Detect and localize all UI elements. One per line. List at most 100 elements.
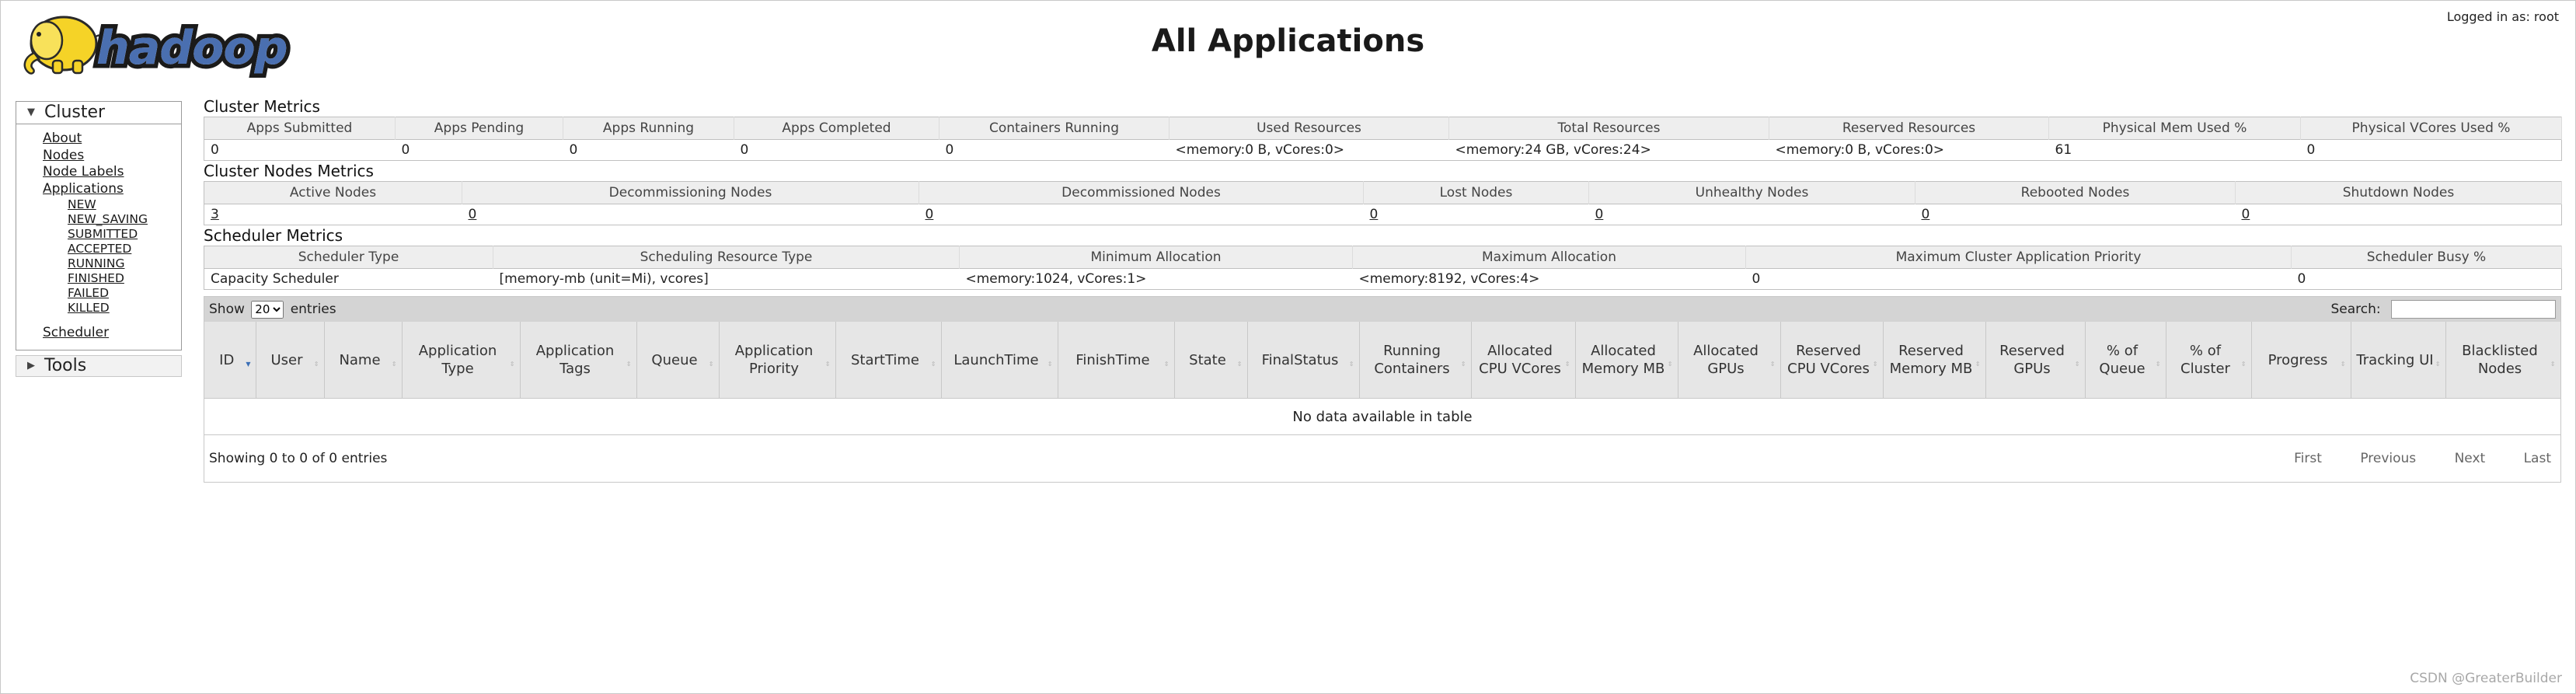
column-header-id[interactable]: ID ▼	[204, 322, 256, 399]
column-label: Reserved GPUs	[1999, 343, 2065, 377]
applications-table-wrapper: Show 20 entries Search: ID ▼ User ⇕ Name ⇕ App…	[204, 296, 2561, 483]
column-header-user[interactable]: User ⇕	[256, 322, 325, 399]
sort-icon: ⇕	[2550, 361, 2556, 368]
column-label: Name	[339, 351, 381, 368]
logged-in-user: Logged in as: root	[2446, 9, 2559, 24]
value-decommissioning-nodes[interactable]: 0	[462, 204, 919, 225]
column-header-tracking-ui[interactable]: Tracking UI ⇕	[2351, 322, 2446, 399]
value-total-resources: <memory:24 GB, vCores:24>	[1448, 139, 1769, 161]
header-unhealthy-nodes: Unhealthy Nodes	[1588, 181, 1915, 204]
column-header-reserved-cpu-vcores[interactable]: Reserved CPU VCores ⇕	[1780, 322, 1884, 399]
nav-link-scheduler[interactable]: Scheduler	[43, 325, 181, 342]
value-shutdown-nodes[interactable]: 0	[2235, 204, 2562, 225]
sort-icon: ⇕	[1163, 361, 1169, 368]
value-maximum-allocation: <memory:8192, vCores:4>	[1352, 268, 1746, 290]
column-header-state[interactable]: State ⇕	[1174, 322, 1248, 399]
sort-icon: ⇕	[2240, 361, 2247, 368]
nav-link-state-submitted[interactable]: SUBMITTED	[68, 227, 181, 242]
column-header-allocated-gpus[interactable]: Allocated GPUs ⇕	[1678, 322, 1781, 399]
column-header-starttime[interactable]: StartTime ⇕	[835, 322, 942, 399]
header-lost-nodes: Lost Nodes	[1363, 181, 1589, 204]
table-info: Showing 0 to 0 of 0 entries	[209, 451, 388, 466]
column-header-application-tags[interactable]: Application Tags ⇕	[520, 322, 637, 399]
pager-first-button[interactable]: First	[2294, 451, 2322, 466]
nav-link-state-new-saving[interactable]: NEW_SAVING	[68, 212, 181, 227]
column-header-application-priority[interactable]: Application Priority ⇕	[719, 322, 836, 399]
sort-icon: ⇕	[509, 361, 515, 368]
triangle-down-icon: ▼	[27, 106, 35, 118]
column-header-finalstatus[interactable]: FinalStatus ⇕	[1247, 322, 1360, 399]
column-label: ID	[219, 351, 235, 368]
nav-link-state-accepted[interactable]: ACCEPTED	[68, 242, 181, 256]
nav-link-node-labels[interactable]: Node Labels	[43, 164, 181, 181]
pager-next-button[interactable]: Next	[2455, 451, 2486, 466]
column-label: Tracking UI	[2356, 351, 2434, 368]
cluster-section-toggle[interactable]: ▼ Cluster	[16, 101, 182, 124]
nav-link-state-running[interactable]: RUNNING	[68, 256, 181, 271]
nav-link-applications[interactable]: Applications	[43, 181, 181, 198]
column-header-launchtime[interactable]: LaunchTime ⇕	[941, 322, 1058, 399]
pager-previous-button[interactable]: Previous	[2360, 451, 2416, 466]
nav-link-about[interactable]: About	[43, 131, 181, 148]
value-apps-running: 0	[563, 139, 734, 161]
sort-icon: ⇕	[2155, 361, 2161, 368]
cluster-nodes-metrics-title: Cluster Nodes Metrics	[204, 162, 374, 180]
column-header-pct-of-queue[interactable]: % of Queue ⇕	[2085, 322, 2166, 399]
show-label: Show	[209, 302, 245, 317]
column-header-allocated-memory-mb[interactable]: Allocated Memory MB ⇕	[1575, 322, 1678, 399]
column-header-allocated-cpu-vcores[interactable]: Allocated CPU VCores ⇕	[1471, 322, 1576, 399]
value-used-resources: <memory:0 B, vCores:0>	[1169, 139, 1449, 161]
column-header-reserved-gpus[interactable]: Reserved GPUs ⇕	[1985, 322, 2086, 399]
column-label: Progress	[2268, 351, 2328, 368]
header-apps-pending: Apps Pending	[395, 117, 563, 140]
nav-link-state-finished[interactable]: FINISHED	[68, 271, 181, 286]
header-containers-running: Containers Running	[939, 117, 1169, 140]
nav-link-state-new[interactable]: NEW	[68, 197, 181, 212]
header-physical-vcores-used-pct: Physical VCores Used %	[2300, 117, 2562, 140]
app-state-links: NEW NEW_SAVING SUBMITTED ACCEPTED RUNNIN…	[43, 197, 181, 316]
value-rebooted-nodes[interactable]: 0	[1915, 204, 2236, 225]
sort-icon: ⇕	[1667, 361, 1673, 368]
column-header-queue[interactable]: Queue ⇕	[636, 322, 720, 399]
value-decommissioned-nodes[interactable]: 0	[919, 204, 1364, 225]
nav-link-state-failed[interactable]: FAILED	[68, 286, 181, 301]
sort-icon: ⇕	[1769, 361, 1776, 368]
column-header-pct-of-cluster[interactable]: % of Cluster ⇕	[2166, 322, 2252, 399]
sort-icon: ⇕	[1975, 361, 1981, 368]
column-header-running-containers[interactable]: Running Containers ⇕	[1359, 322, 1472, 399]
sort-icon: ⇕	[930, 361, 936, 368]
value-lost-nodes[interactable]: 0	[1363, 204, 1589, 225]
column-label: Application Priority	[734, 343, 814, 377]
column-label: Queue	[651, 351, 698, 368]
nav-link-nodes[interactable]: Nodes	[43, 148, 181, 165]
value-unhealthy-nodes[interactable]: 0	[1588, 204, 1915, 225]
nav-link-state-killed[interactable]: KILLED	[68, 301, 181, 316]
value-apps-pending: 0	[395, 139, 563, 161]
sort-desc-icon: ▼	[246, 361, 251, 368]
entries-label: entries	[290, 302, 336, 317]
column-header-blacklisted-nodes[interactable]: Blacklisted Nodes ⇕	[2445, 322, 2561, 399]
value-reserved-resources: <memory:0 B, vCores:0>	[1769, 139, 2049, 161]
column-header-reserved-memory-mb[interactable]: Reserved Memory MB ⇕	[1883, 322, 1986, 399]
header-apps-running: Apps Running	[563, 117, 734, 140]
cluster-section-body: About Nodes Node Labels Applications NEW…	[16, 124, 182, 350]
page-size-select[interactable]: 20	[251, 300, 284, 319]
sort-icon: ⇕	[2340, 361, 2346, 368]
value-apps-submitted: 0	[204, 139, 396, 161]
column-label: LaunchTime	[953, 351, 1039, 368]
value-active-nodes[interactable]: 3	[204, 204, 462, 225]
column-header-finishtime[interactable]: FinishTime ⇕	[1058, 322, 1175, 399]
header-maximum-allocation: Maximum Allocation	[1352, 246, 1746, 269]
column-label: FinishTime	[1075, 351, 1150, 368]
pager-last-button[interactable]: Last	[2524, 451, 2551, 466]
cluster-section-label: Cluster	[44, 103, 106, 122]
tools-section-toggle[interactable]: ▶ Tools	[16, 354, 182, 377]
sort-icon: ⇕	[2074, 361, 2080, 368]
column-header-name[interactable]: Name ⇕	[324, 322, 403, 399]
column-header-progress[interactable]: Progress ⇕	[2251, 322, 2351, 399]
sort-icon: ⇕	[1348, 361, 1354, 368]
header-minimum-allocation: Minimum Allocation	[959, 246, 1353, 269]
column-header-application-type[interactable]: Application Type ⇕	[402, 322, 521, 399]
main-content: Cluster Metrics Apps Submitted Apps Pendi…	[204, 96, 2562, 483]
search-input[interactable]	[2391, 300, 2556, 319]
